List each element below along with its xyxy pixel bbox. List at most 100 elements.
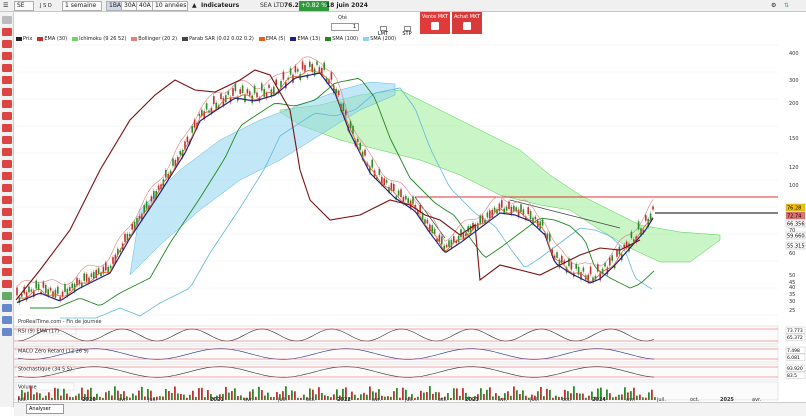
volume-bar	[588, 395, 590, 400]
volume-bar	[495, 393, 497, 400]
candle-body	[239, 89, 241, 94]
candle-body	[227, 91, 229, 95]
candle-body	[85, 274, 88, 282]
candle-body	[618, 246, 621, 255]
candle-body	[611, 255, 613, 261]
volume-bar	[489, 387, 491, 400]
volume-bar	[525, 395, 527, 400]
candle-body	[153, 190, 155, 199]
candle-body	[30, 289, 33, 292]
candle-body	[371, 159, 373, 168]
candle-body	[556, 252, 558, 258]
candle-body	[150, 196, 153, 202]
candle-body	[71, 283, 73, 289]
candle-body	[393, 184, 395, 191]
volume-bar	[201, 387, 203, 400]
volume-bar	[543, 396, 545, 400]
panel-value: 7.498	[787, 348, 800, 354]
price-badge-label: 72.74	[787, 214, 801, 220]
volume-bar	[63, 388, 65, 400]
candle-body	[145, 201, 148, 209]
candle-body	[597, 264, 599, 272]
bollinger-band	[16, 56, 654, 287]
volume-bar	[618, 394, 620, 400]
volume-bar	[321, 392, 323, 400]
volume-bar	[516, 390, 518, 400]
volume-bar	[69, 396, 71, 400]
candle-body	[405, 195, 407, 200]
candle-body	[304, 64, 306, 72]
volume-bar	[507, 391, 509, 400]
volume-bar	[654, 397, 656, 400]
panel-value: 65.372	[787, 335, 803, 341]
volume-bar	[75, 395, 77, 400]
volume-bar	[642, 397, 644, 400]
volume-bar	[261, 390, 263, 400]
volume-bar	[300, 397, 302, 400]
volume-bar	[360, 394, 362, 400]
panel-rsi	[13, 325, 779, 345]
volume-bar	[381, 395, 383, 400]
price-badge-label: 66.356	[787, 222, 805, 228]
volume-bar	[486, 389, 488, 400]
candle-body	[131, 223, 133, 230]
price-badge-label: 59.660	[787, 234, 805, 240]
volume-bar	[195, 396, 197, 400]
volume-bar	[357, 397, 359, 400]
volume-bar	[270, 396, 272, 400]
volume-bar	[177, 393, 179, 400]
volume-bar	[552, 397, 554, 400]
candle-body	[294, 65, 297, 73]
candle-body	[213, 96, 215, 105]
volume-bar	[273, 396, 275, 400]
volume-bar	[42, 397, 44, 400]
volume-bar	[483, 393, 485, 400]
volume-bar	[33, 394, 35, 400]
chart-area[interactable]: 4003002001501201007060504540353025 76.28…	[0, 0, 806, 416]
price-tick-label: 400	[789, 51, 799, 57]
volume-bar	[480, 388, 482, 400]
volume-bar	[513, 386, 515, 400]
candle-body	[186, 136, 189, 143]
candle-body	[309, 61, 311, 68]
candle-body	[589, 266, 592, 275]
candle-body	[429, 224, 431, 232]
candle-body	[513, 205, 515, 211]
lower-panels: RSI (9) EMA (17) 73.77365.372 MACD Zéro Re…	[13, 325, 806, 401]
panel-label: Volume	[18, 385, 37, 391]
candle-body	[575, 263, 577, 269]
volume-bar	[492, 396, 494, 400]
price-tick-label: 200	[789, 101, 799, 107]
analyser-button[interactable]: Analyser	[26, 404, 64, 414]
volume-bar	[180, 393, 182, 400]
volume-bar	[354, 394, 356, 400]
candle-body	[191, 126, 193, 133]
candle-body	[54, 289, 57, 298]
volume-bar	[369, 386, 371, 400]
price-tick-label: 40	[789, 285, 795, 291]
volume-bar	[456, 388, 458, 400]
candle-body	[292, 74, 294, 83]
candle-body	[652, 206, 654, 210]
volume-bar	[645, 397, 647, 400]
volume-bar	[609, 393, 611, 400]
panel-stoch	[13, 363, 779, 381]
candle-body	[90, 273, 93, 278]
candle-body	[345, 110, 347, 116]
candle-body	[198, 113, 201, 117]
volume-bar	[168, 391, 170, 400]
candle-body	[241, 85, 244, 94]
volume-bar	[96, 393, 98, 400]
candle-body	[301, 61, 304, 70]
volume-bar	[111, 395, 113, 400]
volume-bar	[639, 394, 641, 400]
volume-bar	[30, 386, 32, 400]
volume-bar	[432, 393, 434, 400]
candle-body	[45, 285, 47, 293]
candle-body	[249, 91, 251, 96]
volume-bar	[138, 390, 140, 400]
candle-body	[460, 229, 462, 238]
volume-bar	[459, 395, 461, 400]
candle-body	[520, 204, 522, 213]
candle-body	[256, 92, 258, 98]
